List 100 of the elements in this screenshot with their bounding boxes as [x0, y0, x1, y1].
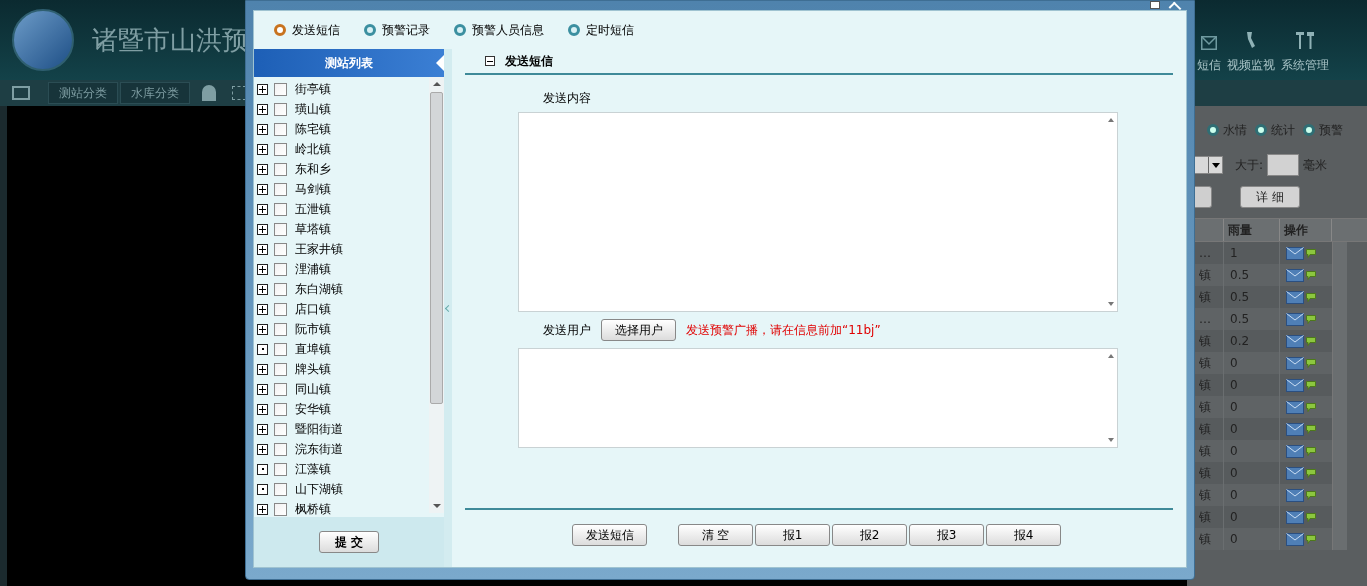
- expand-icon[interactable]: [257, 263, 268, 275]
- envelope-icon[interactable]: [1286, 466, 1304, 480]
- envelope-icon[interactable]: [1286, 356, 1304, 370]
- speech-bubble-icon[interactable]: [1306, 358, 1316, 368]
- speech-bubble-icon[interactable]: [1306, 490, 1316, 500]
- checkbox[interactable]: [274, 182, 287, 196]
- expand-icon[interactable]: [257, 503, 268, 515]
- speech-bubble-icon[interactable]: [1306, 402, 1316, 412]
- station-label[interactable]: 暨阳街道: [295, 420, 343, 438]
- action-button[interactable]: 报2: [832, 524, 907, 546]
- toolbar-button[interactable]: 水库分类: [120, 82, 190, 104]
- checkbox[interactable]: [274, 142, 287, 156]
- envelope-icon[interactable]: [1286, 400, 1304, 414]
- envelope-icon[interactable]: [1286, 378, 1304, 392]
- station-label[interactable]: 浣东街道: [295, 440, 343, 458]
- expand-icon[interactable]: [257, 443, 268, 455]
- station-label[interactable]: 东白湖镇: [295, 280, 343, 298]
- station-label[interactable]: 陈宅镇: [295, 120, 331, 138]
- expand-icon[interactable]: [257, 143, 268, 155]
- expand-icon[interactable]: [257, 183, 268, 195]
- detail-button[interactable]: 详 细: [1240, 186, 1300, 208]
- speech-bubble-icon[interactable]: [1306, 424, 1316, 434]
- checkbox[interactable]: [274, 222, 287, 236]
- dialog-tab[interactable]: 定时短信: [568, 21, 634, 39]
- envelope-icon[interactable]: [1286, 312, 1304, 326]
- envelope-icon[interactable]: [1286, 334, 1304, 348]
- station-label[interactable]: 岭北镇: [295, 140, 331, 158]
- expand-icon[interactable]: [257, 123, 268, 135]
- expand-icon[interactable]: [257, 203, 268, 215]
- checkbox[interactable]: [274, 382, 287, 396]
- dialog-tab[interactable]: 发送短信: [274, 21, 340, 39]
- threshold-input[interactable]: [1267, 154, 1300, 176]
- expand-icon[interactable]: [257, 223, 268, 235]
- envelope-icon[interactable]: [1286, 290, 1304, 304]
- checkbox[interactable]: [274, 442, 287, 456]
- expand-icon[interactable]: [257, 323, 268, 335]
- speech-bubble-icon[interactable]: [1306, 446, 1316, 456]
- dialog-tab[interactable]: 预警人员信息: [454, 21, 544, 39]
- checkbox[interactable]: [274, 242, 287, 256]
- checkbox[interactable]: [274, 102, 287, 116]
- expand-icon[interactable]: [257, 423, 268, 435]
- station-label[interactable]: 江藻镇: [295, 460, 331, 478]
- envelope-icon[interactable]: [1286, 246, 1304, 260]
- checkbox[interactable]: [274, 202, 287, 216]
- speech-bubble-icon[interactable]: [1306, 380, 1316, 390]
- expand-icon[interactable]: [257, 103, 268, 115]
- scroll-up-icon[interactable]: [432, 82, 441, 86]
- envelope-icon[interactable]: [1286, 488, 1304, 502]
- scroll-thumb[interactable]: [430, 92, 443, 404]
- checkbox[interactable]: [274, 502, 287, 516]
- maximize-icon[interactable]: [1150, 1, 1160, 9]
- speech-bubble-icon[interactable]: [1306, 468, 1316, 478]
- action-button[interactable]: 报1: [755, 524, 830, 546]
- checkbox[interactable]: [274, 302, 287, 316]
- action-button[interactable]: 报4: [986, 524, 1061, 546]
- checkbox[interactable]: [274, 482, 287, 496]
- scroll-down-icon[interactable]: [1107, 438, 1114, 442]
- nav-item[interactable]: 系统管理: [1281, 30, 1329, 74]
- expand-icon[interactable]: [257, 303, 268, 315]
- expand-icon[interactable]: [257, 163, 268, 175]
- checkbox[interactable]: [274, 362, 287, 376]
- scroll-up-icon[interactable]: [1107, 118, 1114, 122]
- submit-button[interactable]: 提 交: [319, 531, 379, 553]
- action-button[interactable]: 发送短信: [572, 524, 647, 546]
- station-label[interactable]: 山下湖镇: [295, 480, 343, 498]
- scroll-down-icon[interactable]: [1107, 302, 1114, 306]
- station-label[interactable]: 马剑镇: [295, 180, 331, 198]
- scrollbar[interactable]: [429, 77, 444, 513]
- checkbox[interactable]: [274, 402, 287, 416]
- speech-bubble-icon[interactable]: [1306, 534, 1316, 544]
- scrollbar[interactable]: [1332, 242, 1347, 550]
- nav-item[interactable]: 视频监视: [1227, 30, 1275, 74]
- envelope-icon[interactable]: [1286, 422, 1304, 436]
- speech-bubble-icon[interactable]: [1306, 248, 1316, 258]
- checkbox[interactable]: [274, 422, 287, 436]
- station-label[interactable]: 浬浦镇: [295, 260, 331, 278]
- station-label[interactable]: 枫桥镇: [295, 500, 331, 517]
- checkbox[interactable]: [274, 462, 287, 476]
- expand-icon[interactable]: [257, 363, 268, 375]
- station-label[interactable]: 五泄镇: [295, 200, 331, 218]
- station-label[interactable]: 街亭镇: [295, 80, 331, 98]
- station-label[interactable]: 王家井镇: [295, 240, 343, 258]
- checkbox[interactable]: [274, 162, 287, 176]
- frame-icon[interactable]: [12, 86, 30, 100]
- envelope-icon[interactable]: [1286, 532, 1304, 546]
- station-label[interactable]: 同山镇: [295, 380, 331, 398]
- checkbox[interactable]: [274, 122, 287, 136]
- expand-icon[interactable]: [257, 83, 268, 95]
- station-label[interactable]: 璜山镇: [295, 100, 331, 118]
- station-label[interactable]: 牌头镇: [295, 360, 331, 378]
- envelope-icon[interactable]: [1286, 510, 1304, 524]
- speech-bubble-icon[interactable]: [1306, 314, 1316, 324]
- collapse-box-icon[interactable]: [485, 56, 495, 66]
- speech-bubble-icon[interactable]: [1306, 270, 1316, 280]
- speech-bubble-icon[interactable]: [1306, 336, 1316, 346]
- station-label[interactable]: 安华镇: [295, 400, 331, 418]
- select-users-button[interactable]: 选择用户: [601, 319, 676, 341]
- checkbox[interactable]: [274, 342, 287, 356]
- toolbar-button[interactable]: 测站分类: [48, 82, 118, 104]
- speech-bubble-icon[interactable]: [1306, 512, 1316, 522]
